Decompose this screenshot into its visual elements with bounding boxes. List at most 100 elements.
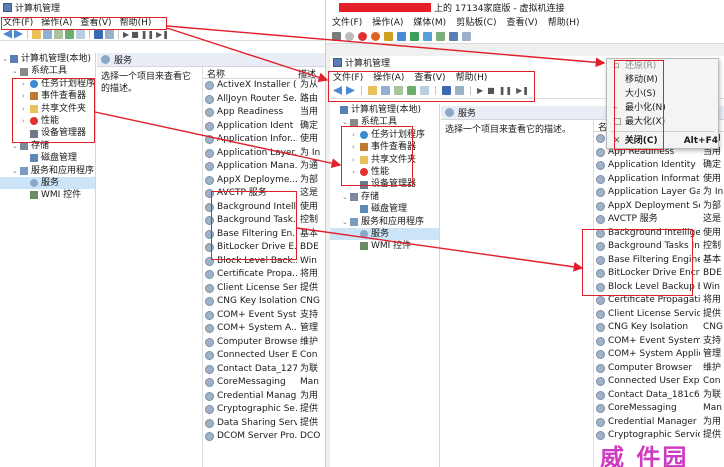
service-row[interactable]: BitLocker Drive E... BDE [203, 241, 325, 255]
properties-icon[interactable] [105, 29, 114, 39]
service-row[interactable]: Application Identity 确定 [594, 159, 724, 173]
left-tree-item[interactable]: 服务 [0, 176, 95, 190]
left-tree-item[interactable]: 磁盘管理 [0, 152, 95, 164]
service-row[interactable]: Application Information使用 [594, 173, 724, 187]
left-tree-item[interactable]: 设备管理器 [0, 127, 95, 139]
column-name[interactable]: 名称 [203, 67, 295, 80]
right-tree-item[interactable]: WMI 控件 [330, 240, 439, 252]
save-state-icon[interactable] [384, 31, 393, 41]
expand-arrow-icon[interactable]: › [22, 115, 30, 127]
properties-icon[interactable] [455, 86, 464, 95]
vm-menu-clipboard[interactable]: 剪贴板(C) [456, 15, 496, 28]
service-row[interactable]: Cryptographic Se... 提供 [203, 403, 325, 417]
service-row[interactable]: Connected User E...Con [203, 349, 325, 363]
right-tree-item[interactable]: › 任务计划程序 [330, 129, 439, 141]
service-row[interactable]: Credential Manag 为用 [203, 390, 325, 404]
ctrl-alt-del-icon[interactable] [332, 31, 341, 41]
service-row[interactable]: Computer Browser 维护 [203, 336, 325, 350]
service-row[interactable]: Background Intelligent Tra...使用 [594, 227, 724, 241]
vm-menu-view[interactable]: 查看(V) [507, 15, 538, 28]
vm-menu-help[interactable]: 帮助(H) [548, 15, 580, 28]
shutdown-icon[interactable] [371, 31, 380, 41]
back-icon[interactable] [3, 29, 12, 39]
service-row[interactable]: COM+ Event System 支持 [594, 335, 724, 349]
show-tree-icon[interactable] [43, 29, 52, 39]
service-row[interactable]: Background Task... 控制 [203, 214, 325, 228]
expand-arrow-icon[interactable]: › [352, 141, 360, 153]
service-row[interactable]: BitLocker Drive Encryption ...BDE [594, 267, 724, 281]
service-row[interactable]: CNG Key Isolation CNG [203, 295, 325, 309]
service-row[interactable]: Data Sharing Serv 提供 [203, 417, 325, 431]
service-row[interactable]: CoreMessaging Man [594, 402, 724, 416]
context-menu-item[interactable]: ▫ 还原(R) [607, 59, 718, 73]
enhanced-session-icon[interactable] [449, 31, 458, 41]
play-icon[interactable]: ▶ [477, 86, 483, 95]
service-row[interactable]: DCOM Server Pro... DCO [203, 430, 325, 444]
left-tree-item[interactable]: ⌄ 计算机管理(本地) [0, 53, 95, 65]
vm-menu-file[interactable]: 文件(F) [332, 15, 362, 28]
expand-arrow-icon[interactable]: ⌄ [2, 53, 10, 65]
service-row[interactable]: Credential Manager 为用 [594, 416, 724, 430]
inner-menu-file[interactable]: 文件(F) [333, 70, 363, 83]
service-row[interactable]: Base Filtering En... 基本 [203, 228, 325, 242]
right-tree-item[interactable]: › 事件查看器 [330, 141, 439, 153]
up-folder-icon[interactable] [32, 29, 41, 39]
right-tree-item[interactable]: › 性能 [330, 166, 439, 178]
copy-icon[interactable] [394, 86, 403, 95]
revert-icon[interactable] [436, 31, 445, 41]
service-row[interactable]: Certificate Propa... 将用 [203, 268, 325, 282]
restart-icon[interactable]: ▶❚ [156, 30, 169, 39]
context-menu-item[interactable]: 大小(S) [607, 87, 718, 101]
inner-menu-help[interactable]: 帮助(H) [456, 70, 488, 83]
right-tree-item[interactable]: › 共享文件夹 [330, 154, 439, 166]
expand-arrow-icon[interactable]: ⌄ [12, 65, 20, 77]
context-menu-item[interactable]: □ 最大化(X) [607, 115, 718, 129]
service-row[interactable]: COM+ System A... 管理 [203, 322, 325, 336]
refresh-icon[interactable] [407, 86, 416, 95]
checkpoint-icon[interactable] [423, 31, 432, 41]
refresh-icon[interactable] [65, 29, 74, 39]
service-row[interactable]: Block Level Back... Win [203, 255, 325, 269]
service-row[interactable]: CNG Key Isolation CNG [594, 321, 724, 335]
right-tree-item[interactable]: 计算机管理(本地) [330, 104, 439, 116]
expand-arrow-icon[interactable]: › [352, 154, 360, 166]
expand-arrow-icon[interactable]: ⌄ [342, 216, 350, 228]
left-menu-help[interactable]: 帮助(H) [120, 15, 152, 28]
left-menu-action[interactable]: 操作(A) [41, 15, 72, 28]
left-menu-file[interactable]: 文件(F) [3, 15, 33, 28]
inner-menu-view[interactable]: 查看(V) [414, 70, 445, 83]
service-row[interactable]: Application Infor... 使用 [203, 133, 325, 147]
service-row[interactable]: Background Intell... 使用 [203, 201, 325, 215]
pause-icon[interactable]: ❚❚ [499, 86, 512, 95]
right-tree-item[interactable]: 服务 [330, 227, 439, 241]
service-row[interactable]: Application Layer... 为 In [203, 147, 325, 161]
context-menu-item[interactable]: – 最小化(N) [607, 101, 718, 115]
help-icon[interactable] [442, 86, 451, 95]
restart-icon[interactable]: ▶❚ [516, 86, 529, 95]
left-tree-item[interactable]: ⌄ 存储 [0, 140, 95, 152]
service-row[interactable]: Base Filtering Engine 基本 [594, 254, 724, 268]
service-row[interactable]: Block Level Backup Engine ...Win [594, 281, 724, 295]
service-row[interactable]: AppX Deployme... 为部 [203, 174, 325, 188]
back-icon[interactable] [333, 86, 342, 95]
expand-arrow-icon[interactable]: › [22, 103, 30, 115]
right-tree-item[interactable]: 磁盘管理 [330, 203, 439, 215]
left-tree-item[interactable]: WMI 控件 [0, 189, 95, 201]
service-row[interactable]: COM+ System Application管理 [594, 348, 724, 362]
left-tree-item[interactable]: ⌄ 服务和应用程序 [0, 165, 95, 177]
forward-icon[interactable] [14, 29, 23, 39]
expand-arrow-icon[interactable]: ⌄ [12, 165, 20, 177]
pause-vm-icon[interactable] [397, 31, 406, 41]
play-icon[interactable]: ▶ [123, 30, 129, 39]
service-row[interactable]: App Readiness 当用 [203, 106, 325, 120]
left-tree-item[interactable]: › 事件查看器 [0, 90, 95, 102]
service-row[interactable]: Background Tasks Infrastru...控制 [594, 240, 724, 254]
start-icon[interactable] [345, 31, 354, 41]
context-menu-item[interactable]: ✕ 关闭(C) Alt+F4 [607, 134, 718, 148]
service-row[interactable]: Contact Data_127 为联 [203, 363, 325, 377]
left-tree-item[interactable]: › 任务计划程序 [0, 78, 95, 90]
right-tree-item[interactable]: ⌄ 服务和应用程序 [330, 216, 439, 228]
vm-menu-action[interactable]: 操作(A) [372, 15, 403, 28]
show-tree-icon[interactable] [381, 86, 390, 95]
share-icon[interactable] [462, 31, 471, 41]
